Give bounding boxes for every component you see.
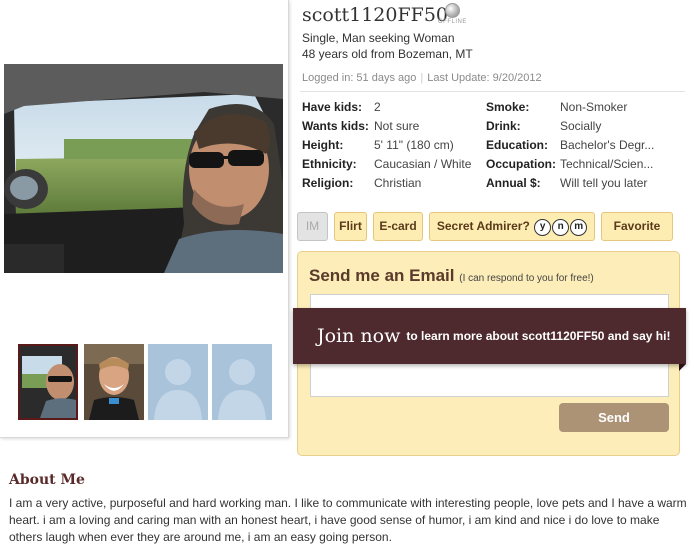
status-indicator: OFFLINE [438,3,466,27]
ynm-choices: ynm [533,212,588,239]
yes-icon[interactable]: y [534,219,552,237]
detail-row: Religion: Christian Annual $: Will tell … [302,176,682,194]
silhouette-placeholder-icon [148,344,208,420]
detail-label: Occupation: [486,157,557,171]
main-profile-photo[interactable] [4,64,283,273]
favorite-button[interactable]: Favorite [601,212,673,241]
meta-separator: | [420,72,424,84]
about-me-text: I am a very active, purposeful and hard … [9,496,687,544]
header-divider [300,91,685,92]
ecard-button[interactable]: E-card [373,212,423,241]
detail-label: Ethnicity: [302,157,357,171]
detail-value: Will tell you later [560,176,648,190]
profile-username: scott1120FF50 [302,4,448,26]
detail-label: Have kids: [302,100,363,114]
thumbnail-1[interactable] [18,344,78,420]
silhouette-placeholder-icon [212,344,272,420]
thumbnail-placeholder-2[interactable] [212,344,272,420]
photo-panel [0,0,289,438]
maybe-icon[interactable]: m [570,219,588,237]
detail-value: Socially [560,119,602,133]
last-update-text: Last Update: 9/20/2012 [427,72,542,84]
join-now-banner[interactable]: Join now to learn more about scott1120FF… [293,308,686,371]
im-button[interactable]: IM [297,212,328,241]
flirt-button[interactable]: Flirt [334,212,367,241]
detail-row: Ethnicity: Caucasian / White Occupation:… [302,157,682,175]
join-now-text: Join now [317,325,401,347]
profile-activity: Logged in: 51 days ago | Last Update: 9/20… [302,72,542,84]
about-me-heading: About Me [9,472,85,488]
detail-value: Christian [374,176,422,190]
detail-label: Wants kids: [302,119,369,133]
thumbnail-2[interactable] [84,344,144,420]
detail-label: Education: [486,138,548,152]
detail-label: Drink: [486,119,521,133]
detail-row: Have kids: 2 Smoke: Non-Smoker [302,100,682,118]
detail-value: 5' 11" (180 cm) [374,138,454,152]
no-icon[interactable]: n [552,219,570,237]
status-label: OFFLINE [438,19,467,25]
status-offline-icon [444,3,460,18]
detail-value: Not sure [374,119,420,133]
thumbnail-placeholder-1[interactable] [148,344,208,420]
detail-row: Height: 5' 11" (180 cm) Education: Bache… [302,138,682,156]
profile-tagline: Single, Man seeking Woman [302,31,455,45]
detail-label: Religion: [302,176,354,190]
detail-label: Smoke: [486,100,530,114]
detail-value: 2 [374,100,381,114]
email-title-text: Send me an Email [309,266,455,285]
detail-label: Annual $: [486,176,541,190]
detail-value: Non-Smoker [560,100,628,114]
join-now-subtext: to learn more about scott1120FF50 and sa… [406,329,671,343]
secret-admirer-label: Secret Admirer? [436,219,530,233]
email-subtitle: (I can respond to you for free!) [459,273,594,284]
detail-label: Height: [302,138,344,152]
logged-in-text: Logged in: 51 days ago [302,72,417,84]
detail-value: Caucasian / White [374,157,472,171]
secret-admirer-button[interactable]: Secret Admirer? ynm [429,212,595,241]
email-title: Send me an Email (I can respond to you f… [309,266,594,286]
detail-value: Bachelor's Degr... [560,138,655,152]
send-button[interactable]: Send [559,403,669,432]
detail-value: Technical/Scien... [560,157,654,171]
profile-age-location: 48 years old from Bozeman, MT [302,47,473,61]
detail-row: Wants kids: Not sure Drink: Socially [302,119,682,137]
